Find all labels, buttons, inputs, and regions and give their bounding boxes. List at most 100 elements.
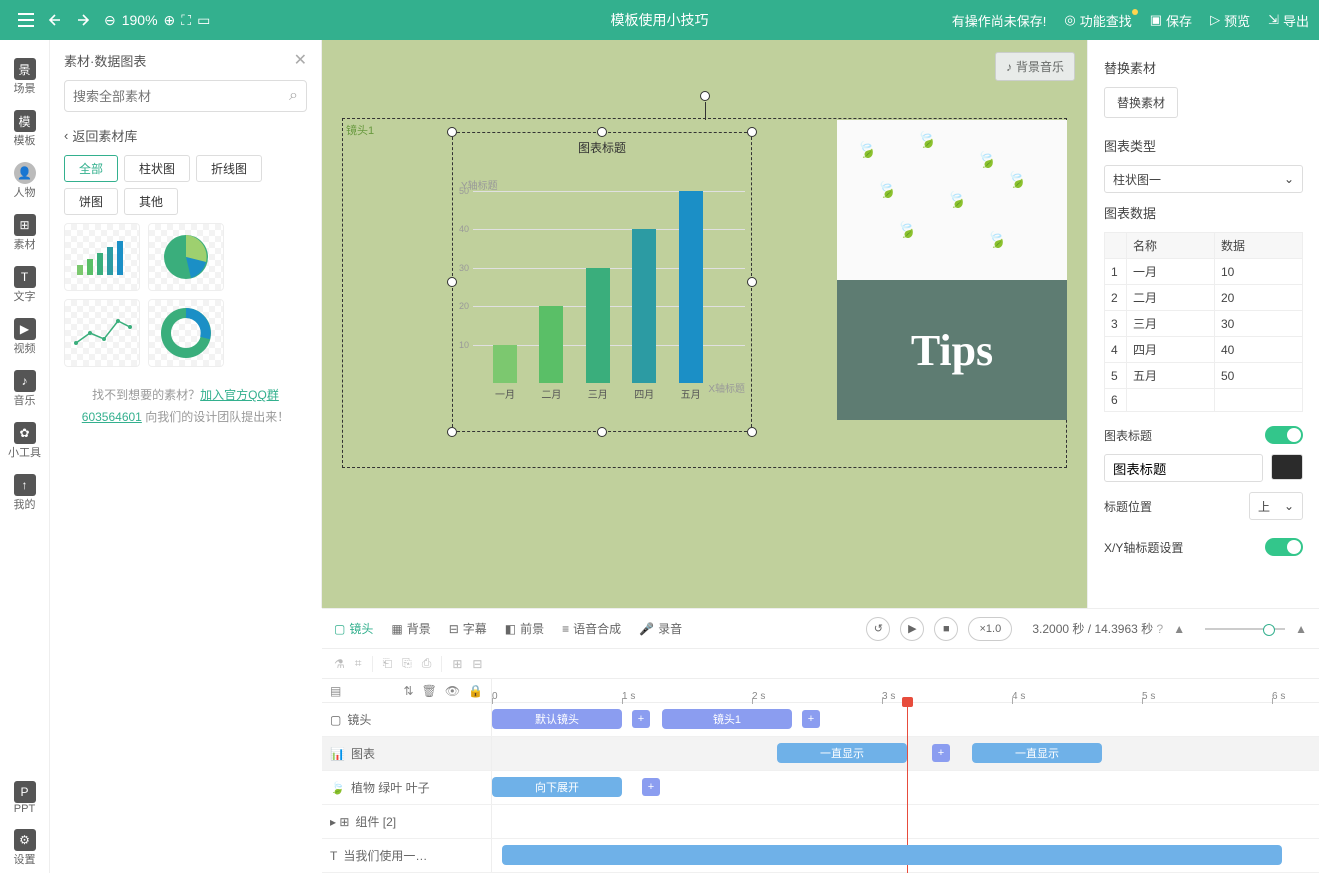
asset-donut-chart[interactable] xyxy=(148,299,224,367)
tab-bar[interactable]: 柱状图 xyxy=(124,155,190,182)
tl-tab-fg[interactable]: ◧ 前景 xyxy=(505,620,544,637)
menu-button[interactable] xyxy=(10,4,42,36)
search-icon[interactable]: ⌕ xyxy=(289,87,298,105)
rail-tool[interactable]: ✿小工具 xyxy=(0,416,50,466)
table-row[interactable]: 1一月10 xyxy=(1105,259,1303,285)
resize-handle[interactable] xyxy=(447,427,457,437)
tab-all[interactable]: 全部 xyxy=(64,155,118,182)
fit-screen-button[interactable]: ⛶ xyxy=(181,12,191,29)
timeline-row[interactable]: ▢ 镜头默认镜头+镜头1+ xyxy=(322,703,1319,737)
tips-card[interactable]: 🍃🍃 🍃🍃 🍃🍃 🍃🍃 Tips xyxy=(837,120,1067,420)
timeline-zoom-slider[interactable] xyxy=(1205,628,1285,630)
save-button[interactable]: ▣ 保存 xyxy=(1150,11,1192,30)
sort-icon[interactable]: ⇅ xyxy=(404,684,414,698)
tl-tab-shot[interactable]: ▢ 镜头 xyxy=(334,620,373,637)
rail-template[interactable]: 模模板 xyxy=(0,104,50,154)
rail-asset[interactable]: ⊞素材 xyxy=(0,208,50,258)
filter-icon[interactable]: ⚗ xyxy=(334,657,345,671)
resize-handle[interactable] xyxy=(597,127,607,137)
zoom-tl-out[interactable]: ▲ xyxy=(1173,622,1185,636)
tl-tab-tts[interactable]: ≡ 语音合成 xyxy=(562,620,621,637)
back-button[interactable]: ‹ 返回素材库 xyxy=(64,126,307,145)
timeline-clip[interactable]: 默认镜头 xyxy=(492,709,622,729)
timeline-clip[interactable]: + xyxy=(932,744,950,762)
timeline-clip[interactable]: + xyxy=(802,710,820,728)
resize-handle[interactable] xyxy=(747,277,757,287)
top-bar: ⊖ 190% ⊕ ⛶ ▭ 模板使用小技巧 有操作尚未保存! ◎ 功能查找 ▣ 保… xyxy=(0,0,1319,40)
chart-title-toggle[interactable] xyxy=(1265,426,1303,444)
asset-pie-chart[interactable] xyxy=(148,223,224,291)
rotate-handle[interactable] xyxy=(700,91,710,101)
rail-mine[interactable]: ↑我的 xyxy=(0,468,50,518)
timeline-row[interactable]: 🍃 植物 绿叶 叶子向下展开+ xyxy=(322,771,1319,805)
trash-icon[interactable]: 🗑 xyxy=(422,684,437,698)
rail-video[interactable]: ▶视频 xyxy=(0,312,50,362)
tab-other[interactable]: 其他 xyxy=(124,188,178,215)
title-position-select[interactable]: 上⌄ xyxy=(1249,492,1303,520)
replace-button[interactable]: 替换素材 xyxy=(1104,87,1178,118)
layers-icon[interactable]: ▤ xyxy=(330,684,341,698)
timeline-clip[interactable] xyxy=(502,845,1282,865)
tool2-icon[interactable]: ⌗ xyxy=(355,656,362,671)
speed-button[interactable]: ×1.0 xyxy=(968,617,1012,641)
table-row[interactable]: 4四月40 xyxy=(1105,337,1303,363)
canvas-area[interactable]: ♪ 背景音乐 镜头1 图表标题 Y轴标题 X轴标题 1020304050一月二月… xyxy=(322,40,1087,608)
rail-text[interactable]: T文字 xyxy=(0,260,50,310)
redo-button[interactable] xyxy=(72,13,90,27)
timeline-row[interactable]: ▸ ⊞ 组件 [2] xyxy=(322,805,1319,839)
undo-button[interactable] xyxy=(48,13,66,27)
title-color-swatch[interactable] xyxy=(1271,454,1303,480)
tab-line[interactable]: 折线图 xyxy=(196,155,262,182)
timeline-clip[interactable]: 一直显示 xyxy=(972,743,1102,763)
tl-tab-bg[interactable]: ▦ 背景 xyxy=(391,620,430,637)
rail-person[interactable]: 👤人物 xyxy=(0,156,50,206)
asset-line-chart[interactable] xyxy=(64,299,140,367)
tl-tab-rec[interactable]: 🎤 录音 xyxy=(639,620,682,637)
lock-icon[interactable]: 🔒 xyxy=(468,684,483,698)
tl-tab-subtitle[interactable]: ⊟ 字幕 xyxy=(449,620,487,637)
search-box[interactable]: ⌕ xyxy=(64,80,307,112)
find-feature-button[interactable]: ◎ 功能查找 xyxy=(1064,11,1131,30)
chart-selection[interactable]: 图表标题 Y轴标题 X轴标题 1020304050一月二月三月四月五月 xyxy=(452,132,752,432)
resize-handle[interactable] xyxy=(447,277,457,287)
timeline-clip[interactable]: 镜头1 xyxy=(662,709,792,729)
timeline-row[interactable]: T 当我们使用一… xyxy=(322,839,1319,873)
chart-type-select[interactable]: 柱状图一⌄ xyxy=(1104,165,1303,193)
export-button[interactable]: ⇲ 导出 xyxy=(1268,11,1309,30)
stop-button[interactable]: ■ xyxy=(934,617,958,641)
unsaved-label: 有操作尚未保存! xyxy=(952,11,1047,30)
zoom-out-button[interactable]: ⊖ xyxy=(104,12,116,29)
asset-bar-chart[interactable] xyxy=(64,223,140,291)
data-table[interactable]: 名称数据 1一月102二月203三月304四月405五月506 xyxy=(1104,232,1303,412)
eye-icon[interactable]: 👁 xyxy=(445,684,460,698)
timeline-clip[interactable]: 一直显示 xyxy=(777,743,907,763)
resize-handle[interactable] xyxy=(597,427,607,437)
rail-settings[interactable]: ⚙设置 xyxy=(0,823,50,873)
table-row[interactable]: 2二月20 xyxy=(1105,285,1303,311)
search-input[interactable] xyxy=(73,89,289,104)
table-row[interactable]: 6 xyxy=(1105,389,1303,412)
preview-button[interactable]: ▷ 预览 xyxy=(1210,11,1250,30)
zoom-in-button[interactable]: ⊕ xyxy=(164,12,176,29)
resize-handle[interactable] xyxy=(747,427,757,437)
tab-pie[interactable]: 饼图 xyxy=(64,188,118,215)
table-row[interactable]: 3三月30 xyxy=(1105,311,1303,337)
resize-handle[interactable] xyxy=(447,127,457,137)
rail-music[interactable]: ♪音乐 xyxy=(0,364,50,414)
canvas-size-button[interactable]: ▭ xyxy=(197,12,210,29)
timeline-clip[interactable]: 向下展开 xyxy=(492,777,622,797)
rail-scene[interactable]: 景场景 xyxy=(0,52,50,102)
close-assets-button[interactable]: ✕ xyxy=(294,50,307,70)
timeline-clip[interactable]: + xyxy=(642,778,660,796)
timeline-clip[interactable]: + xyxy=(632,710,650,728)
chart-title-input[interactable] xyxy=(1104,454,1263,482)
zoom-tl-in[interactable]: ▲ xyxy=(1295,622,1307,636)
axis-title-toggle[interactable] xyxy=(1265,538,1303,556)
table-row[interactable]: 5五月50 xyxy=(1105,363,1303,389)
timeline-row[interactable]: 📊 图表一直显示+一直显示 xyxy=(322,737,1319,771)
resize-handle[interactable] xyxy=(747,127,757,137)
shot-label: 镜头1 xyxy=(346,122,374,138)
rewind-button[interactable]: ↺ xyxy=(866,617,890,641)
rail-ppt[interactable]: PPPT xyxy=(0,775,50,821)
play-button[interactable]: ▶ xyxy=(900,617,924,641)
